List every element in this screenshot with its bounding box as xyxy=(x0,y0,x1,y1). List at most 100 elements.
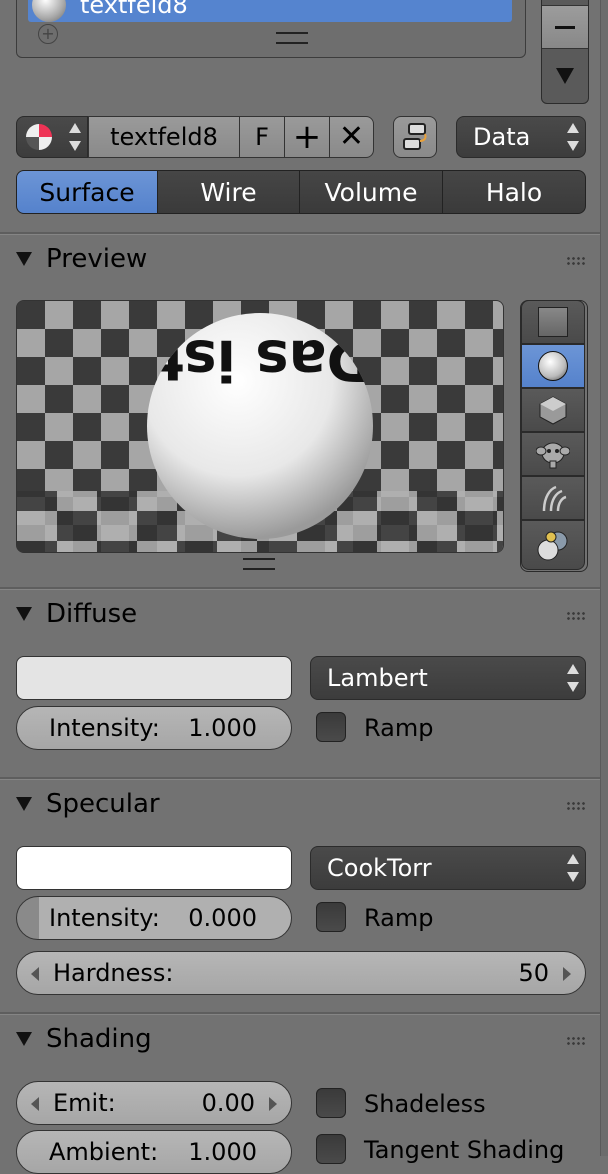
material-browse-icon xyxy=(26,124,52,150)
editor-edge xyxy=(600,0,608,1156)
intensity-value: 0.000 xyxy=(188,904,257,932)
material-name-field[interactable]: textfeld8 xyxy=(88,116,240,158)
new-material-button[interactable]: + xyxy=(284,116,330,158)
collapse-triangle-icon xyxy=(16,1032,32,1046)
hair-preview-button[interactable] xyxy=(521,476,585,520)
specular-color-swatch[interactable] xyxy=(16,846,292,890)
link-icon xyxy=(403,123,427,150)
material-sphere-icon xyxy=(32,0,66,22)
preview-resize-grip[interactable] xyxy=(243,558,275,570)
ambient-label: Ambient: xyxy=(49,1138,159,1166)
slot-list-item[interactable]: textfeld8 xyxy=(28,0,512,22)
sphere-preview-button[interactable] xyxy=(521,344,585,388)
flat-icon xyxy=(538,307,568,337)
unlink-material-button[interactable]: ✕ xyxy=(329,116,374,158)
tab-wire[interactable]: Wire xyxy=(157,170,300,214)
link-toggle-button[interactable] xyxy=(393,116,437,158)
tab-surface[interactable]: Surface xyxy=(16,170,158,214)
drag-grip-icon[interactable] xyxy=(566,1036,586,1046)
specular-shader-dropdown[interactable]: CookTorr xyxy=(310,846,586,890)
fake-user-label: F xyxy=(255,123,269,151)
fake-user-button[interactable]: F xyxy=(239,116,285,158)
sphere-sky-preview-button[interactable] xyxy=(521,520,585,570)
cube-icon xyxy=(539,396,567,425)
specular-ramp-checkbox[interactable] xyxy=(316,902,346,932)
collapse-triangle-icon xyxy=(16,252,32,266)
monkey-preview-button[interactable] xyxy=(521,432,585,476)
emit-value: 0.00 xyxy=(201,1089,255,1117)
hardness-label: Hardness: xyxy=(53,959,174,987)
shading-panel-header[interactable]: Shading xyxy=(16,1024,152,1054)
increment-arrow-icon[interactable] xyxy=(563,967,571,981)
ramp-label: Ramp xyxy=(364,904,434,932)
slot-side-buttons xyxy=(541,0,589,104)
panel-title: Shading xyxy=(46,1024,152,1054)
specular-shader-label: CookTorr xyxy=(327,854,432,882)
material-preview: Das ist Texte xyxy=(16,300,504,553)
list-resize-grip[interactable] xyxy=(276,32,308,44)
panel-divider xyxy=(0,1012,600,1015)
tab-volume[interactable]: Volume xyxy=(299,170,443,214)
updown-icon xyxy=(567,662,579,694)
flat-preview-button[interactable] xyxy=(521,300,585,344)
sphere-sky-icon xyxy=(537,531,568,561)
tab-label: Volume xyxy=(324,177,418,207)
panel-divider xyxy=(0,232,600,235)
close-icon: ✕ xyxy=(338,119,365,154)
ambient-value: 1.000 xyxy=(188,1138,257,1166)
slot-menu-button[interactable] xyxy=(542,49,588,103)
drag-grip-icon[interactable] xyxy=(566,801,586,811)
shadeless-checkbox[interactable] xyxy=(316,1088,346,1118)
diffuse-shader-label: Lambert xyxy=(327,664,428,692)
slot-item-label: textfeld8 xyxy=(80,0,188,19)
panel-title: Preview xyxy=(46,244,148,274)
minus-icon xyxy=(555,25,575,29)
diffuse-panel-header[interactable]: Diffuse xyxy=(16,599,137,629)
decrement-arrow-icon[interactable] xyxy=(31,967,39,981)
add-slot-icon[interactable]: + xyxy=(38,24,58,44)
panel-title: Diffuse xyxy=(46,599,138,629)
diffuse-shader-dropdown[interactable]: Lambert xyxy=(310,656,586,700)
cube-preview-button[interactable] xyxy=(521,388,585,432)
material-name-label: textfeld8 xyxy=(110,123,218,151)
updown-icon xyxy=(567,121,579,153)
updown-icon xyxy=(567,852,579,884)
shadeless-label: Shadeless xyxy=(364,1090,486,1118)
decrement-arrow-icon[interactable] xyxy=(31,1097,39,1111)
material-browse-button[interactable] xyxy=(16,116,88,158)
sphere-icon xyxy=(538,351,568,381)
tab-label: Halo xyxy=(485,177,543,207)
plus-icon: + xyxy=(292,117,322,157)
link-mode-dropdown[interactable]: Data xyxy=(456,116,586,158)
ramp-label: Ramp xyxy=(364,714,434,742)
hardness-value: 50 xyxy=(518,959,549,987)
updown-icon xyxy=(69,121,81,153)
intensity-label: Intensity: xyxy=(49,904,160,932)
diffuse-ramp-checkbox[interactable] xyxy=(316,712,346,742)
emit-field[interactable]: Emit: 0.00 xyxy=(16,1081,292,1125)
panel-divider xyxy=(0,777,600,780)
monkey-icon xyxy=(536,442,570,469)
ambient-field[interactable]: Ambient: 1.000 xyxy=(16,1130,292,1174)
drag-grip-icon[interactable] xyxy=(566,611,586,621)
specular-intensity-field[interactable]: Intensity: 0.000 xyxy=(16,896,292,940)
tangent-shading-label: Tangent Shading xyxy=(364,1136,565,1164)
diffuse-intensity-field[interactable]: Intensity: 1.000 xyxy=(16,706,292,750)
collapse-triangle-icon xyxy=(16,797,32,811)
dropdown-arrow-icon xyxy=(556,68,574,84)
hair-icon xyxy=(542,485,567,512)
intensity-value: 1.000 xyxy=(188,714,257,742)
diffuse-color-swatch[interactable] xyxy=(16,656,292,700)
emit-label: Emit: xyxy=(53,1089,116,1117)
preview-panel-header[interactable]: Preview xyxy=(16,244,147,274)
remove-slot-button[interactable] xyxy=(542,6,588,49)
hardness-field[interactable]: Hardness: 50 xyxy=(16,951,586,995)
panel-title: Specular xyxy=(46,789,160,819)
intensity-label: Intensity: xyxy=(49,714,160,742)
increment-arrow-icon[interactable] xyxy=(269,1097,277,1111)
collapse-triangle-icon xyxy=(16,607,32,621)
specular-panel-header[interactable]: Specular xyxy=(16,789,160,819)
tab-halo[interactable]: Halo xyxy=(442,170,586,214)
drag-grip-icon[interactable] xyxy=(566,256,586,266)
tangent-shading-checkbox[interactable] xyxy=(316,1134,346,1164)
